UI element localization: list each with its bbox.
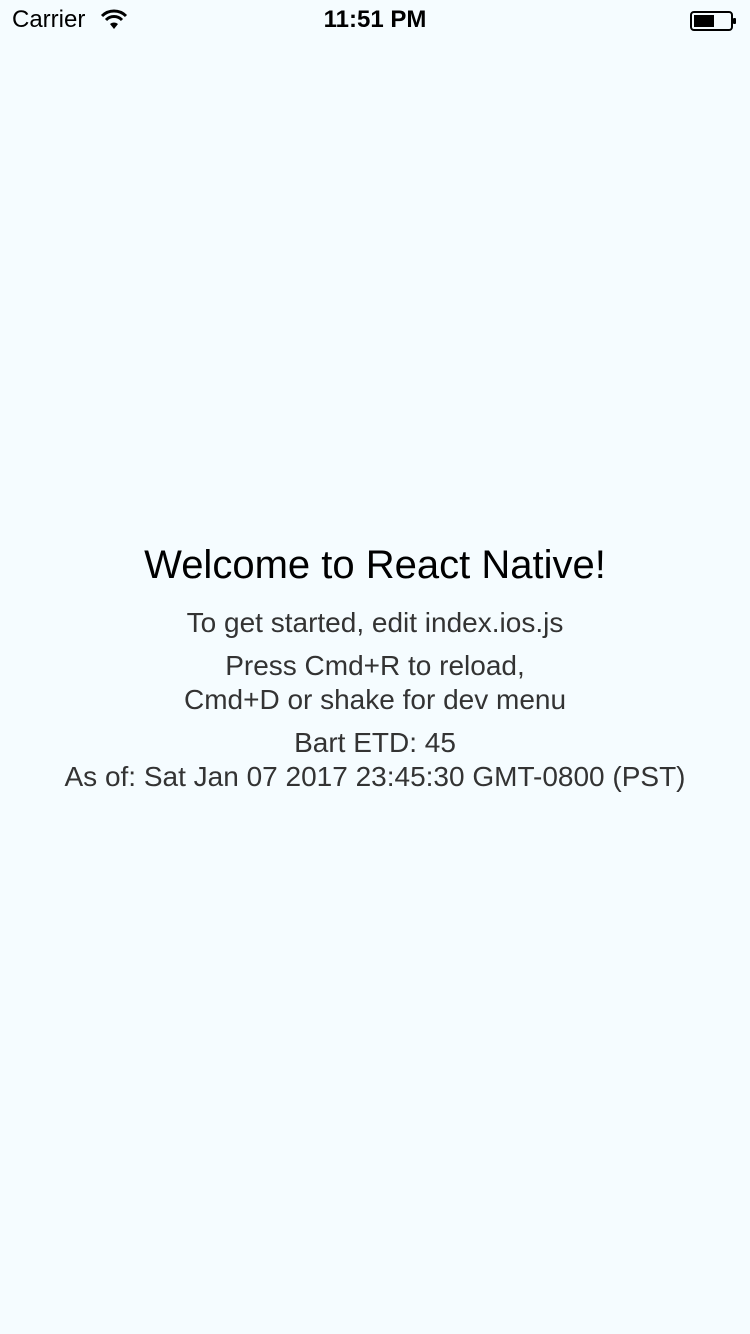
reload-instruction-line-2: Cmd+D or shake for dev menu [183, 683, 567, 715]
welcome-title: Welcome to React Native! [144, 542, 606, 587]
as-of-timestamp: As of: Sat Jan 07 2017 23:45:30 GMT-0800… [64, 760, 686, 792]
reload-instruction-line-1: Press Cmd+R to reload, [225, 649, 525, 681]
instructions-text: To get started, edit index.ios.js [186, 606, 564, 638]
bart-etd-text: Bart ETD: 45 [294, 726, 456, 758]
main-content: Welcome to React Native! To get started,… [0, 0, 750, 1334]
